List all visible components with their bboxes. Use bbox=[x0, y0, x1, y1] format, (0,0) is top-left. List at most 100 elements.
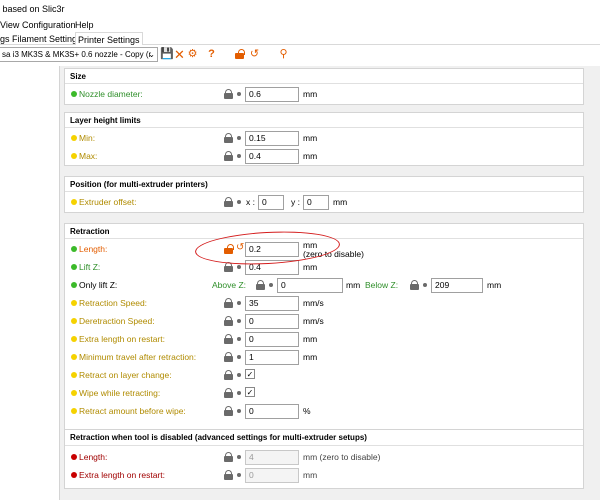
below-z-label: Below Z: bbox=[365, 280, 399, 290]
status-dot bbox=[71, 318, 77, 324]
bullet-icon[interactable] bbox=[237, 355, 241, 359]
toolchange-extra-input[interactable]: 0 bbox=[245, 468, 299, 483]
retract-layer-change-row: Retract on layer change: ✓ bbox=[65, 367, 585, 383]
min-travel-input[interactable]: 1 bbox=[245, 350, 299, 365]
status-dot bbox=[71, 91, 77, 97]
min-travel-row: Minimum travel after retraction: 1 mm bbox=[65, 349, 585, 365]
bullet-icon[interactable] bbox=[237, 473, 241, 477]
unit: mm bbox=[303, 151, 318, 161]
min-input[interactable]: 0.15 bbox=[245, 131, 299, 146]
printer-preset-select[interactable]: sa i3 MK3S & MK3S+ 0.6 nozzle - Copy (r … bbox=[0, 47, 158, 62]
bullet-icon[interactable] bbox=[237, 136, 241, 140]
bullet-icon[interactable] bbox=[237, 301, 241, 305]
toolchange-length-row: Length: 4 mm (zero to disable) bbox=[65, 449, 585, 465]
bullet-icon[interactable] bbox=[237, 337, 241, 341]
deretraction-speed-input[interactable]: 0 bbox=[245, 314, 299, 329]
extra-length-row: Extra length on restart: 0 mm bbox=[65, 331, 585, 347]
lock-icon[interactable] bbox=[224, 316, 233, 326]
printer-preset-value: sa i3 MK3S & MK3S+ 0.6 nozzle - Copy (r bbox=[2, 50, 152, 59]
unit: mm bbox=[303, 470, 318, 480]
group-title: Retraction bbox=[70, 227, 110, 236]
lock-icon[interactable] bbox=[224, 452, 233, 462]
tab-bar: gs Filament Settings Printer Settings bbox=[0, 32, 600, 45]
lock-open-icon[interactable] bbox=[235, 48, 245, 61]
gear-icon[interactable]: ⚙ bbox=[186, 48, 199, 61]
bullet-icon[interactable] bbox=[237, 409, 241, 413]
tab-printer-settings[interactable]: Printer Settings bbox=[75, 32, 143, 45]
delete-icon[interactable]: ✕ bbox=[173, 48, 186, 61]
bullet-icon[interactable] bbox=[237, 373, 241, 377]
unit: mm bbox=[303, 262, 318, 272]
unit: mm bbox=[487, 280, 502, 290]
undo-icon[interactable]: ↺ bbox=[248, 48, 261, 61]
lock-icon[interactable] bbox=[410, 280, 419, 290]
wipe-checkbox[interactable]: ✓ bbox=[245, 387, 255, 397]
bullet-icon[interactable] bbox=[269, 283, 273, 287]
status-dot bbox=[71, 300, 77, 306]
min-layer-row: Min: 0.15 mm bbox=[65, 130, 585, 146]
lock-icon[interactable] bbox=[224, 470, 233, 480]
toolchange-extra-label: Extra length on restart: bbox=[79, 470, 165, 480]
tab-print-settings[interactable]: gs bbox=[0, 34, 11, 44]
bullet-icon[interactable] bbox=[237, 319, 241, 323]
toolbar: sa i3 MK3S & MK3S+ 0.6 nozzle - Copy (r … bbox=[0, 45, 600, 65]
bullet-icon[interactable] bbox=[237, 92, 241, 96]
unit: mm bbox=[303, 352, 318, 362]
lock-icon[interactable] bbox=[224, 388, 233, 398]
lock-icon[interactable] bbox=[224, 334, 233, 344]
lock-icon[interactable] bbox=[224, 352, 233, 362]
bullet-icon[interactable] bbox=[423, 283, 427, 287]
extra-length-input[interactable]: 0 bbox=[245, 332, 299, 347]
lift-z-label: Lift Z: bbox=[79, 262, 101, 272]
status-dot bbox=[71, 390, 77, 396]
nozzle-diameter-input[interactable]: 0.6 bbox=[245, 87, 299, 102]
menu-help[interactable]: Help bbox=[75, 20, 94, 30]
bullet-icon[interactable] bbox=[237, 391, 241, 395]
retract-layer-change-checkbox[interactable]: ✓ bbox=[245, 369, 255, 379]
search-icon[interactable]: ⚲ bbox=[277, 48, 290, 61]
min-label: Min: bbox=[79, 133, 96, 143]
group-title: Size bbox=[70, 72, 87, 81]
status-dot bbox=[71, 336, 77, 342]
lock-icon[interactable] bbox=[224, 151, 233, 161]
retraction-speed-input[interactable]: 35 bbox=[245, 296, 299, 311]
settings-panel: Size Nozzle diameter: 0.6 mm Layer heigh… bbox=[60, 66, 600, 500]
unit: % bbox=[303, 406, 311, 416]
status-dot bbox=[71, 408, 77, 414]
menu-view[interactable]: View bbox=[0, 20, 19, 30]
retract-before-wipe-label: Retract amount before wipe: bbox=[79, 406, 186, 416]
group-layer-height: Layer height limits Min: 0.15 mm Max: 0.… bbox=[64, 112, 584, 166]
status-dot bbox=[71, 472, 77, 478]
offset-x-input[interactable]: 0 bbox=[258, 195, 284, 210]
lock-icon[interactable] bbox=[224, 370, 233, 380]
extra-length-label: Extra length on restart: bbox=[79, 334, 165, 344]
lock-icon[interactable] bbox=[224, 298, 233, 308]
min-travel-label: Minimum travel after retraction: bbox=[79, 352, 197, 362]
lock-icon[interactable] bbox=[256, 280, 265, 290]
bullet-icon[interactable] bbox=[237, 154, 241, 158]
max-input[interactable]: 0.4 bbox=[245, 149, 299, 164]
chevron-down-icon: ⌄ bbox=[148, 50, 155, 59]
offset-y-input[interactable]: 0 bbox=[303, 195, 329, 210]
bullet-icon[interactable] bbox=[237, 455, 241, 459]
y-label: y : bbox=[291, 197, 300, 207]
lock-icon[interactable] bbox=[224, 406, 233, 416]
below-z-input[interactable]: 209 bbox=[431, 278, 483, 293]
retract-before-wipe-input[interactable]: 0 bbox=[245, 404, 299, 419]
lock-icon[interactable] bbox=[224, 197, 233, 207]
above-z-input[interactable]: 0 bbox=[277, 278, 343, 293]
lock-icon[interactable] bbox=[224, 133, 233, 143]
menu-configuration[interactable]: Configuration bbox=[22, 20, 76, 30]
save-icon[interactable]: 💾 bbox=[160, 48, 174, 61]
toolchange-length-input[interactable]: 4 bbox=[245, 450, 299, 465]
above-z-label: Above Z: bbox=[212, 280, 247, 290]
tab-filament-settings[interactable]: Filament Settings bbox=[11, 34, 83, 44]
status-dot bbox=[71, 454, 77, 460]
retraction-speed-label: Retraction Speed: bbox=[79, 298, 148, 308]
deretraction-speed-label: Deretraction Speed: bbox=[79, 316, 155, 326]
question-icon[interactable]: ? bbox=[205, 48, 218, 61]
menu-bar: View Configuration Help bbox=[0, 19, 600, 33]
lock-icon[interactable] bbox=[224, 89, 233, 99]
bullet-icon[interactable] bbox=[237, 200, 241, 204]
bullet-icon[interactable] bbox=[237, 265, 241, 269]
